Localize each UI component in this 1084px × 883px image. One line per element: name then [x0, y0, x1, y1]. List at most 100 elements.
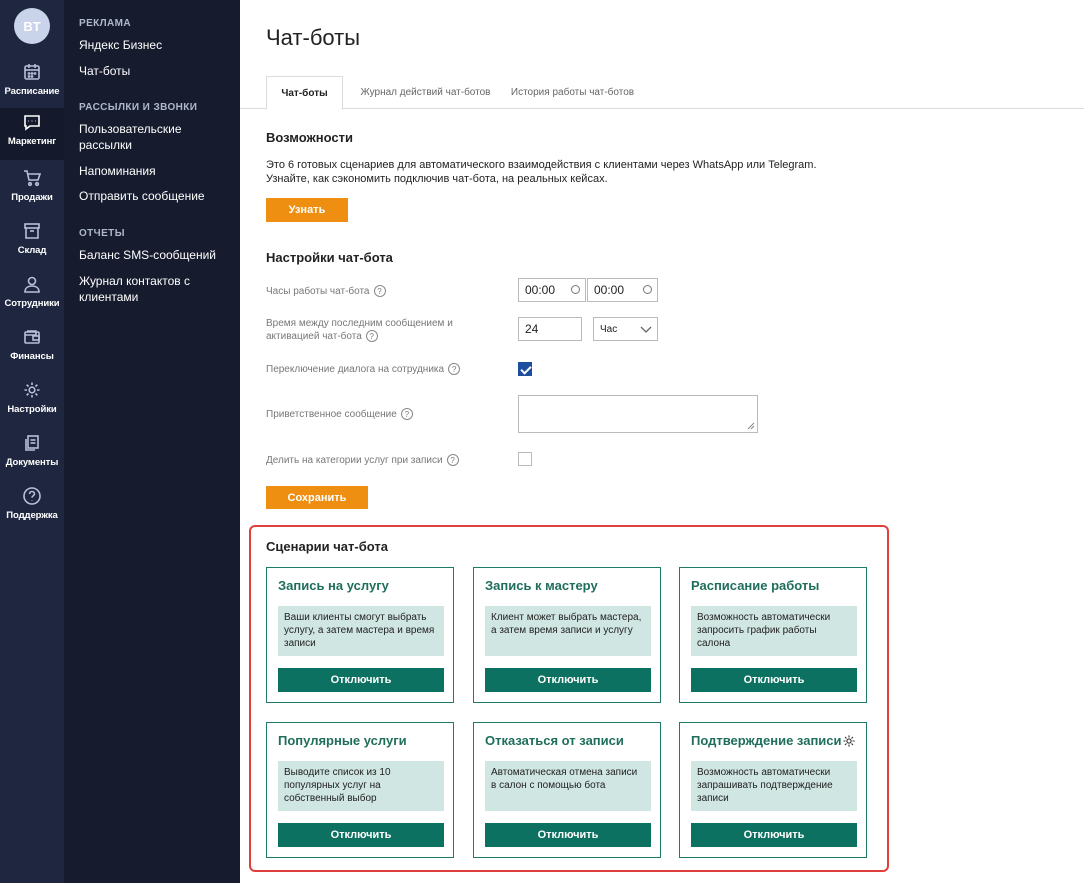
calendar-icon [22, 62, 42, 82]
help-icon [22, 486, 42, 506]
clock-icon [571, 285, 580, 294]
rail-item-label: Расписание [4, 86, 60, 97]
learn-more-button[interactable]: Узнать [266, 198, 348, 222]
tab-chatbot-history[interactable]: История работы чат-ботов [505, 76, 640, 109]
scenario-card: Запись на услугу Ваши клиенты смогут выб… [266, 567, 454, 703]
resize-handle-icon[interactable] [747, 422, 755, 430]
scenario-description: Клиент может выбрать мастера, а затем вр… [485, 606, 651, 656]
scenario-card: Отказаться от записи Автоматическая отме… [473, 722, 661, 858]
features-line-1: Это 6 готовых сценариев для автоматическ… [266, 159, 817, 171]
subnav-item-reminders[interactable]: Напоминания [79, 163, 229, 179]
greeting-label: Приветственное сообщение? [266, 408, 413, 421]
rail-item-warehouse[interactable]: Склад [0, 217, 64, 267]
rail-item-schedule[interactable]: Расписание [0, 58, 64, 108]
subnav-item-chatbots[interactable]: Чат-боты [79, 63, 229, 79]
disable-scenario-button[interactable]: Отключить [485, 668, 651, 692]
rail-item-staff[interactable]: Сотрудники [0, 270, 64, 320]
tab-chatbot-actions-log[interactable]: Журнал действий чат-ботов [353, 76, 498, 109]
scenario-title: Расписание работы [691, 578, 820, 593]
features-title: Возможности [266, 130, 353, 145]
gear-icon[interactable] [842, 734, 856, 748]
tab-chatbots[interactable]: Чат-боты [266, 76, 343, 110]
greeting-label-text: Приветственное сообщение [266, 409, 397, 420]
rail-item-sales[interactable]: Продажи [0, 164, 64, 214]
main-content: Чат-боты Чат-боты Журнал действий чат-бо… [240, 0, 1084, 883]
archive-icon [22, 221, 42, 241]
hours-from-input[interactable]: 00:00 [518, 278, 586, 302]
page-title: Чат-боты [266, 25, 361, 50]
disable-scenario-button[interactable]: Отключить [485, 823, 651, 847]
delay-unit-value: Час [600, 323, 618, 335]
scenario-description: Автоматическая отмена записи в салон с п… [485, 761, 651, 811]
subnav-group-title: РЕКЛАМА [79, 18, 132, 29]
subnav-item-send-message[interactable]: Отправить сообщение [79, 188, 229, 204]
avatar[interactable]: BT [14, 8, 50, 44]
switch-label-text: Переключение диалога на сотрудника [266, 364, 445, 375]
scenario-description: Возможность автоматически запрашивать по… [691, 761, 857, 811]
disable-scenario-button[interactable]: Отключить [691, 823, 857, 847]
rail-item-label: Поддержка [6, 510, 58, 521]
scenario-title: Отказаться от записи [485, 733, 624, 748]
subnav-item-sms-balance[interactable]: Баланс SMS-сообщений [79, 247, 229, 263]
help-icon[interactable]: ? [373, 285, 386, 298]
scenario-description: Ваши клиенты смогут выбрать услугу, а за… [278, 606, 444, 656]
split-categories-checkbox[interactable] [518, 452, 532, 466]
rail-item-label: Настройки [7, 404, 57, 415]
rail-item-finance[interactable]: Финансы [0, 323, 64, 373]
switch-to-staff-checkbox[interactable] [518, 362, 532, 376]
help-icon[interactable]: ? [446, 454, 459, 467]
hours-label: Часы работы чат-бота? [266, 285, 386, 298]
scenarios-title: Сценарии чат-бота [266, 539, 388, 554]
clock-icon [643, 285, 652, 294]
scenario-card: Популярные услуги Выводите список из 10 … [266, 722, 454, 858]
subnav-item-contact-log[interactable]: Журнал контактов с клиентами [79, 273, 229, 305]
delay-label-line-1: Время между последним сообщением и [266, 318, 453, 329]
categories-label-text: Делить на категории услуг при записи [266, 455, 443, 466]
save-button[interactable]: Сохранить [266, 486, 368, 509]
hours-to-value: 00:00 [594, 283, 625, 297]
scenarios-section: Сценарии чат-бота Запись на услугу Ваши … [249, 525, 889, 872]
scenario-card: Подтверждение записи Возможность автомат… [679, 722, 867, 858]
rail-item-settings[interactable]: Настройки [0, 376, 64, 426]
hours-from-value: 00:00 [525, 283, 556, 297]
scenario-title: Популярные услуги [278, 733, 407, 748]
delay-value-input[interactable]: 24 [518, 317, 582, 341]
hours-label-text: Часы работы чат-бота [266, 286, 370, 297]
switch-label: Переключение диалога на сотрудника? [266, 363, 461, 376]
documents-icon [22, 433, 42, 453]
subnav-item-custom-mailings[interactable]: Пользовательские рассылки [79, 121, 229, 153]
hours-to-input[interactable]: 00:00 [587, 278, 658, 302]
scenario-title: Запись на услугу [278, 578, 389, 593]
scenario-description: Возможность автоматически запросить граф… [691, 606, 857, 656]
marketing-subnav: РЕКЛАМА Яндекс Бизнес Чат-боты РАССЫЛКИ … [64, 0, 240, 883]
rail-item-label: Склад [17, 245, 47, 256]
greeting-textarea[interactable] [518, 395, 758, 433]
scenario-card: Запись к мастеру Клиент может выбрать ма… [473, 567, 661, 703]
user-icon [22, 274, 42, 294]
delay-unit-select[interactable]: Час [593, 317, 658, 341]
disable-scenario-button[interactable]: Отключить [278, 668, 444, 692]
help-icon[interactable]: ? [400, 408, 413, 421]
rail-item-label: Финансы [10, 351, 54, 362]
cart-icon [22, 168, 42, 188]
wallet-icon [22, 327, 42, 347]
disable-scenario-button[interactable]: Отключить [278, 823, 444, 847]
delay-label-line-2: активацией чат-бота [266, 331, 362, 342]
chevron-down-icon [640, 326, 652, 333]
disable-scenario-button[interactable]: Отключить [691, 668, 857, 692]
rail-item-label: Документы [5, 457, 59, 468]
subnav-group-title: РАССЫЛКИ И ЗВОНКИ [79, 102, 198, 113]
delay-label: Время между последним сообщением и актив… [266, 317, 453, 343]
scenario-card: Расписание работы Возможность автоматиче… [679, 567, 867, 703]
subnav-item-yandex-business[interactable]: Яндекс Бизнес [79, 37, 229, 53]
help-icon[interactable]: ? [365, 330, 378, 343]
settings-title: Настройки чат-бота [266, 250, 393, 265]
categories-label: Делить на категории услуг при записи? [266, 454, 459, 467]
scenario-description: Выводите список из 10 популярных услуг н… [278, 761, 444, 811]
rail-item-marketing[interactable]: Маркетинг [0, 108, 64, 160]
help-icon[interactable]: ? [448, 363, 461, 376]
subnav-group-title: ОТЧЕТЫ [79, 228, 125, 239]
rail-item-support[interactable]: Поддержка [0, 482, 64, 532]
scenario-title: Запись к мастеру [485, 578, 598, 593]
rail-item-documents[interactable]: Документы [0, 429, 64, 479]
